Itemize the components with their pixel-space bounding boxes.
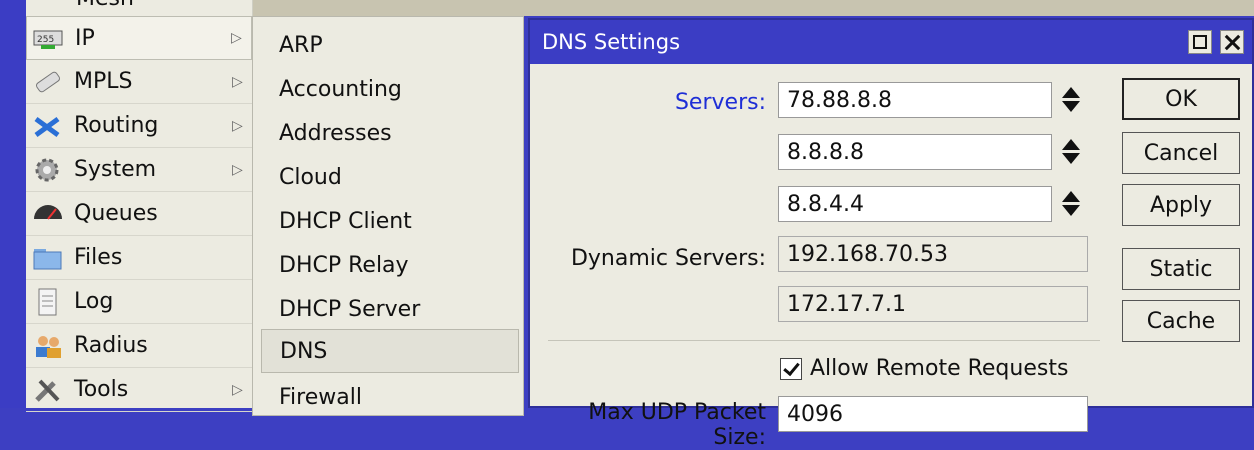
close-icon[interactable] — [1220, 30, 1244, 54]
submenu-item-dhcp-client[interactable]: DHCP Client — [261, 199, 519, 243]
menu-item-log[interactable]: Log — [26, 280, 252, 324]
tools-icon — [32, 375, 64, 405]
dynamic-server-field-1: 192.168.70.53 — [778, 236, 1088, 272]
submenu-item-dhcp-server[interactable]: DHCP Server — [261, 287, 519, 331]
main-menu: Mesh 255 IP ▷ MPLS ▷ Routing ▷ System ▷ … — [26, 0, 253, 412]
svg-text:255: 255 — [37, 35, 54, 45]
routing-icon — [32, 111, 64, 141]
submenu-arrow-icon: ▷ — [232, 381, 243, 398]
log-icon — [32, 287, 64, 317]
server-field-1[interactable]: 78.88.8.8 — [778, 82, 1052, 118]
allow-remote-requests-label: Allow Remote Requests — [810, 356, 1069, 381]
menu-label: Files — [74, 245, 123, 270]
left-edge-strip — [0, 0, 26, 408]
menu-label: Queues — [74, 201, 158, 226]
menu-item-routing[interactable]: Routing ▷ — [26, 104, 252, 148]
up-down-arrows-icon[interactable] — [1060, 85, 1082, 115]
menu-label: Log — [74, 289, 114, 314]
submenu-item-arp[interactable]: ARP — [261, 23, 519, 67]
dialog-titlebar[interactable]: DNS Settings — [530, 20, 1252, 64]
menu-item-partial-label: Mesh — [76, 0, 134, 11]
menu-item-tools[interactable]: Tools ▷ — [26, 368, 252, 412]
menu-label: IP — [75, 25, 95, 51]
ip-submenu: ARP Accounting Addresses Cloud DHCP Clie… — [252, 16, 524, 416]
mpls-icon — [32, 67, 64, 97]
cancel-button[interactable]: Cancel — [1122, 132, 1240, 174]
menu-label: Routing — [74, 113, 159, 138]
submenu-item-firewall[interactable]: Firewall — [261, 375, 519, 419]
menu-label: MPLS — [74, 69, 133, 94]
menu-item-files[interactable]: Files — [26, 236, 252, 280]
dynamic-server-field-2: 172.17.7.1 — [778, 286, 1088, 322]
max-udp-packet-size-field[interactable]: 4096 — [778, 396, 1088, 432]
submenu-arrow-icon: ▷ — [231, 30, 242, 46]
server-field-2[interactable]: 8.8.8.8 — [778, 134, 1052, 170]
menu-label: Radius — [74, 333, 148, 358]
folder-icon — [32, 243, 64, 273]
menu-label: System — [74, 157, 157, 182]
dialog-title: DNS Settings — [542, 30, 681, 54]
radius-icon — [32, 331, 64, 361]
submenu-arrow-icon: ▷ — [232, 73, 243, 90]
menu-item-radius[interactable]: Radius — [26, 324, 252, 368]
menu-item-system[interactable]: System ▷ — [26, 148, 252, 192]
submenu-arrow-icon: ▷ — [232, 161, 243, 178]
ip-icon: 255 — [33, 23, 65, 53]
apply-button[interactable]: Apply — [1122, 184, 1240, 226]
submenu-item-accounting[interactable]: Accounting — [261, 67, 519, 111]
submenu-item-dhcp-relay[interactable]: DHCP Relay — [261, 243, 519, 287]
gear-icon — [32, 155, 64, 185]
dns-settings-dialog: DNS Settings Servers: 78.88.8.8 8.8.8.8 … — [528, 18, 1254, 450]
submenu-item-cloud[interactable]: Cloud — [261, 155, 519, 199]
menu-label: Tools — [74, 377, 129, 402]
servers-label: Servers: — [674, 90, 766, 115]
menu-item-queues[interactable]: Queues — [26, 192, 252, 236]
menu-item-mpls[interactable]: MPLS ▷ — [26, 60, 252, 104]
submenu-arrow-icon: ▷ — [232, 117, 243, 134]
ok-button[interactable]: OK — [1122, 78, 1240, 120]
static-button[interactable]: Static — [1122, 248, 1240, 290]
up-down-arrows-icon[interactable] — [1060, 189, 1082, 219]
submenu-item-addresses[interactable]: Addresses — [261, 111, 519, 155]
queues-icon — [32, 199, 64, 229]
restore-icon[interactable] — [1188, 30, 1212, 54]
server-field-3[interactable]: 8.8.4.4 — [778, 186, 1052, 222]
top-strip — [252, 0, 1254, 16]
dynamic-servers-label: Dynamic Servers: — [570, 246, 766, 271]
separator — [548, 340, 1100, 341]
cache-button[interactable]: Cache — [1122, 300, 1240, 342]
submenu-item-dns[interactable]: DNS — [261, 329, 519, 373]
menu-item-ip[interactable]: 255 IP ▷ — [26, 16, 252, 60]
up-down-arrows-icon[interactable] — [1060, 137, 1082, 167]
allow-remote-requests-checkbox[interactable] — [780, 358, 802, 380]
